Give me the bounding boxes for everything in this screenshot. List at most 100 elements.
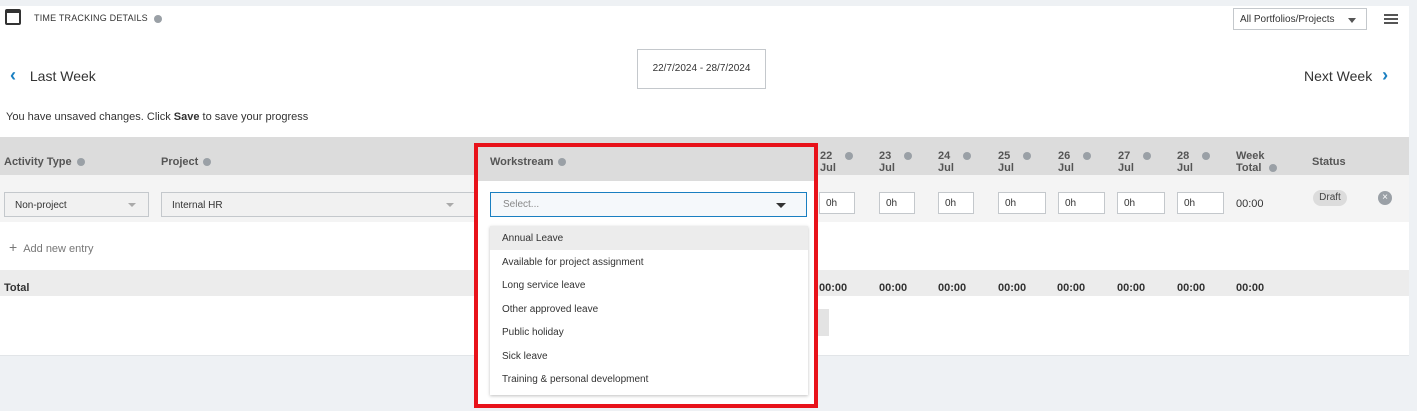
day-month: Jul bbox=[938, 162, 954, 174]
hours-value: 0h bbox=[945, 198, 957, 209]
col-project-label: Project bbox=[161, 156, 199, 168]
calendar-icon bbox=[5, 9, 21, 25]
info-icon[interactable] bbox=[904, 152, 913, 161]
notice-prefix: You have unsaved changes. Click bbox=[6, 111, 174, 123]
panel-title-text: TIME TRACKING DETAILS bbox=[34, 13, 148, 23]
day-month: Jul bbox=[879, 162, 895, 174]
prev-week-label: Last Week bbox=[29, 68, 96, 84]
info-icon[interactable] bbox=[1268, 164, 1277, 173]
chevron-left-icon: ‹ bbox=[10, 65, 16, 85]
day-number: 22 bbox=[820, 150, 833, 162]
hours-input-day-5[interactable]: 0h bbox=[1058, 192, 1105, 214]
col-status-label: Status bbox=[1312, 156, 1346, 168]
add-entry-label: Add new entry bbox=[23, 243, 94, 255]
info-icon[interactable] bbox=[963, 152, 972, 161]
chevron-right-icon: › bbox=[1382, 65, 1389, 85]
hours-value: 0h bbox=[1184, 198, 1196, 209]
prev-week-button[interactable]: ‹ Last Week bbox=[10, 65, 96, 86]
hours-value: 0h bbox=[1005, 198, 1017, 209]
day-number: 27 bbox=[1118, 150, 1131, 162]
col-status: Status bbox=[1312, 156, 1346, 168]
hours-input-day-1[interactable]: 0h bbox=[819, 192, 855, 214]
info-icon[interactable] bbox=[153, 14, 162, 23]
total-day-4: 00:00 bbox=[998, 282, 1026, 294]
hours-input-day-2[interactable]: 0h bbox=[879, 192, 915, 214]
hours-value: 0h bbox=[826, 198, 838, 209]
hours-input-day-7[interactable]: 0h bbox=[1177, 192, 1224, 214]
highlight-outline bbox=[474, 143, 818, 408]
portfolio-filter-value: All Portfolios/Projects bbox=[1240, 14, 1335, 25]
status-badge: Draft bbox=[1313, 190, 1347, 206]
date-range-picker[interactable]: 22/7/2024 - 28/7/2024 bbox=[637, 49, 766, 89]
remove-entry-icon[interactable]: × bbox=[1378, 191, 1392, 205]
total-day-5: 00:00 bbox=[1057, 282, 1085, 294]
hours-input-day-3[interactable]: 0h bbox=[938, 192, 974, 214]
info-icon[interactable] bbox=[1202, 152, 1211, 161]
col-activity-type: Activity Type bbox=[4, 156, 85, 168]
total-value: 00:00 bbox=[1177, 282, 1206, 294]
activity-type-select[interactable]: Non-project bbox=[4, 192, 149, 217]
info-icon[interactable] bbox=[76, 158, 85, 167]
portfolio-filter-select[interactable]: All Portfolios/Projects bbox=[1233, 8, 1367, 30]
day-month: Jul bbox=[820, 162, 836, 174]
week-total-label-1: Week bbox=[1236, 150, 1265, 162]
col-day-4: 25 Jul bbox=[998, 150, 1032, 174]
info-icon[interactable] bbox=[1143, 152, 1152, 161]
day-number: 26 bbox=[1058, 150, 1071, 162]
total-week: 00:00 bbox=[1236, 282, 1264, 294]
hours-value: 0h bbox=[1065, 198, 1077, 209]
total-day-6: 00:00 bbox=[1117, 282, 1145, 294]
day-number: 25 bbox=[998, 150, 1011, 162]
total-value: 00:00 bbox=[1057, 282, 1086, 294]
project-select[interactable]: Internal HR bbox=[161, 192, 477, 217]
col-week-total: Week Total bbox=[1236, 150, 1277, 174]
panel-title: TIME TRACKING DETAILS bbox=[34, 13, 162, 23]
day-number: 28 bbox=[1177, 150, 1190, 162]
next-week-button[interactable]: Next Week › bbox=[1304, 65, 1388, 86]
notice-save-word: Save bbox=[173, 111, 200, 123]
total-day-7: 00:00 bbox=[1177, 282, 1205, 294]
week-total-label-2: Total bbox=[1236, 162, 1262, 174]
col-day-2: 23 Jul bbox=[879, 150, 913, 174]
total-day-3: 00:00 bbox=[938, 282, 966, 294]
chevron-down-icon bbox=[128, 203, 136, 207]
total-value: 00:00 bbox=[819, 282, 848, 294]
total-value: 00:00 bbox=[1236, 282, 1265, 294]
info-icon[interactable] bbox=[1083, 152, 1092, 161]
notice-suffix: to save your progress bbox=[199, 111, 309, 123]
col-day-6: 27 Jul bbox=[1118, 150, 1152, 174]
info-icon[interactable] bbox=[845, 152, 854, 161]
date-range-text: 22/7/2024 - 28/7/2024 bbox=[652, 63, 751, 74]
plus-icon: + bbox=[9, 239, 18, 255]
day-month: Jul bbox=[1058, 162, 1074, 174]
info-icon[interactable] bbox=[203, 158, 212, 167]
next-week-label: Next Week bbox=[1304, 68, 1373, 84]
info-icon[interactable] bbox=[1023, 152, 1032, 161]
add-entry-button[interactable]: + Add new entry bbox=[9, 239, 94, 255]
activity-type-value: Non-project bbox=[15, 200, 67, 211]
hours-input-day-6[interactable]: 0h bbox=[1117, 192, 1165, 214]
totals-label-text: Total bbox=[4, 282, 30, 294]
total-value: 00:00 bbox=[998, 282, 1027, 294]
day-month: Jul bbox=[1177, 162, 1193, 174]
col-day-1: 22 Jul bbox=[820, 150, 854, 174]
hours-value: 0h bbox=[1124, 198, 1136, 209]
total-value: 00:00 bbox=[1117, 282, 1146, 294]
hours-input-day-4[interactable]: 0h bbox=[998, 192, 1046, 214]
day-month: Jul bbox=[1118, 162, 1134, 174]
hours-value: 0h bbox=[886, 198, 898, 209]
day-number: 24 bbox=[938, 150, 951, 162]
total-value: 00:00 bbox=[879, 282, 908, 294]
status-badge-text: Draft bbox=[1319, 192, 1341, 203]
total-day-2: 00:00 bbox=[879, 282, 907, 294]
hamburger-menu-icon[interactable] bbox=[1384, 14, 1398, 24]
total-value: 00:00 bbox=[938, 282, 967, 294]
row-week-total-value: 00:00 bbox=[1236, 198, 1264, 210]
col-day-5: 26 Jul bbox=[1058, 150, 1092, 174]
col-day-3: 24 Jul bbox=[938, 150, 972, 174]
chevron-down-icon bbox=[446, 203, 454, 207]
day-number: 23 bbox=[879, 150, 892, 162]
row-week-total: 00:00 bbox=[1236, 198, 1264, 210]
col-project: Project bbox=[161, 156, 212, 168]
total-day-1: 00:00 bbox=[819, 282, 847, 294]
